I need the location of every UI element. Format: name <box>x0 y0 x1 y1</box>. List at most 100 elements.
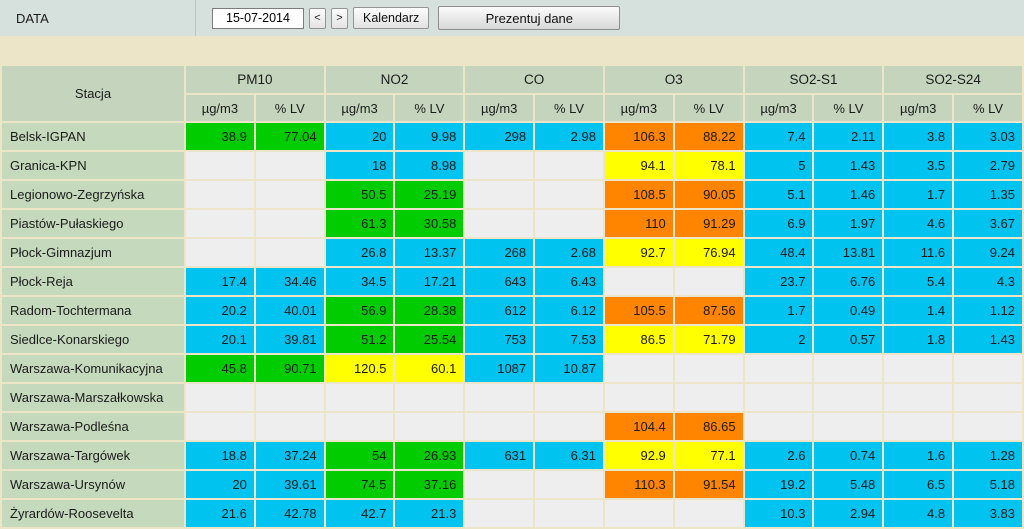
measurement-cell: 88.22 <box>674 123 743 150</box>
column-group-header-o3: O3 <box>604 66 743 93</box>
measurement-cell <box>186 181 254 208</box>
measurement-cell <box>186 239 254 266</box>
measurement-cell: 5 <box>744 152 813 179</box>
measurement-cell <box>535 384 603 411</box>
measurement-cell <box>255 152 324 179</box>
station-name-cell: Warszawa-Targówek <box>2 442 184 469</box>
measurement-cell: 0.57 <box>814 326 883 353</box>
previous-day-button[interactable]: < <box>309 7 326 29</box>
measurement-cell <box>884 413 953 440</box>
table-row: Belsk-IGPAN 38.9 77.04 20 9.98 298 2.98 106.3 88… <box>2 123 1022 150</box>
measurement-cell <box>535 152 603 179</box>
measurement-cell: 92.7 <box>604 239 673 266</box>
measurement-cell: 20 <box>325 123 394 150</box>
measurement-cell: 51.2 <box>325 326 394 353</box>
header-row-groups: Stacja PM10 NO2 CO O3 SO2-S1 SO2-S24 <box>2 66 1022 121</box>
measurement-cell: 268 <box>465 239 534 266</box>
measurement-cell: 86.65 <box>674 413 743 440</box>
measurement-cell: 90.71 <box>255 355 324 382</box>
measurement-cell <box>604 355 673 382</box>
measurement-cell: 20.2 <box>186 297 254 324</box>
measurement-cell <box>604 384 673 411</box>
measurement-cell <box>954 384 1022 411</box>
measurement-cell <box>186 152 254 179</box>
table-row: Radom-Tochtermana 20.2 40.01 56.9 28.38 612 6.… <box>2 297 1022 324</box>
measurement-cell: 34.5 <box>325 268 394 295</box>
table-body: Belsk-IGPAN 38.9 77.04 20 9.98 298 2.98 106.3 88… <box>2 123 1022 527</box>
table-row: Piastów-Pułaskiego 61.3 30.58 110 91.29 6.9 1.… <box>2 210 1022 237</box>
column-group-header-so2-s24: SO2-S24 <box>884 66 1022 93</box>
measurement-cell: 2.6 <box>744 442 813 469</box>
measurement-cell: 28.38 <box>395 297 464 324</box>
measurement-cell: 20 <box>186 471 254 498</box>
measurement-cell: 7.53 <box>535 326 603 353</box>
measurement-cell: 2.11 <box>814 123 883 150</box>
measurement-cell: 77.1 <box>674 442 743 469</box>
column-header-station: Stacja <box>2 66 184 121</box>
measurement-cell: 2.79 <box>954 152 1022 179</box>
measurement-cell: 48.4 <box>744 239 813 266</box>
data-label: DATA <box>0 0 196 36</box>
measurement-cell: 94.1 <box>604 152 673 179</box>
table-row: Płock-Gimnazjum 26.8 13.37 268 2.68 92.7 76.94… <box>2 239 1022 266</box>
measurement-cell: 25.19 <box>395 181 464 208</box>
measurement-cell: 108.5 <box>604 181 673 208</box>
measurement-cell: 643 <box>465 268 534 295</box>
measurement-cell <box>814 384 883 411</box>
measurement-cell: 1.7 <box>884 181 953 208</box>
measurement-cell: 4.6 <box>884 210 953 237</box>
air-quality-table: Stacja PM10 NO2 CO O3 SO2-S1 SO2-S24 µg/m3 % L… <box>0 64 1024 529</box>
measurement-cell <box>325 384 394 411</box>
measurement-cell: 6.31 <box>535 442 603 469</box>
measurement-cell <box>186 210 254 237</box>
measurement-cell <box>744 355 813 382</box>
measurement-cell <box>814 355 883 382</box>
table-row: Warszawa-Marszałkowska <box>2 384 1022 411</box>
measurement-cell <box>674 355 743 382</box>
measurement-cell: 1.43 <box>954 326 1022 353</box>
date-input[interactable] <box>212 7 304 29</box>
measurement-cell: 25.54 <box>395 326 464 353</box>
measurement-cell: 45.8 <box>186 355 254 382</box>
table-row: Warszawa-Ursynów 20 39.61 74.5 37.16 110.3 91.… <box>2 471 1022 498</box>
measurement-cell: 105.5 <box>604 297 673 324</box>
measurement-cell: 42.78 <box>255 500 324 527</box>
station-name-cell: Płock-Reja <box>2 268 184 295</box>
station-name-cell: Siedlce-Konarskiego <box>2 326 184 353</box>
measurement-cell: 50.5 <box>325 181 394 208</box>
station-name-cell: Żyrardów-Roosevelta <box>2 500 184 527</box>
column-unit-header-o3-pct-lv: % LV <box>674 95 743 121</box>
measurement-cell <box>535 471 603 498</box>
measurement-cell <box>255 384 324 411</box>
column-unit-header-pm10-pct-lv: % LV <box>255 95 324 121</box>
measurement-cell: 11.6 <box>884 239 953 266</box>
calendar-button[interactable]: Kalendarz <box>353 7 430 29</box>
column-group-header-no2: NO2 <box>325 66 464 93</box>
column-group-header-pm10: PM10 <box>186 66 324 93</box>
measurement-cell <box>186 413 254 440</box>
measurement-cell: 298 <box>465 123 534 150</box>
measurement-cell: 19.2 <box>744 471 813 498</box>
measurement-cell <box>884 355 953 382</box>
measurement-cell: 5.1 <box>744 181 813 208</box>
station-name-cell: Granica-KPN <box>2 152 184 179</box>
present-data-button[interactable]: Prezentuj dane <box>438 6 621 30</box>
column-unit-header-so2-s24-ugm3: µg/m3 <box>884 95 953 121</box>
measurement-cell: 38.9 <box>186 123 254 150</box>
measurement-cell: 1.6 <box>884 442 953 469</box>
measurement-cell <box>465 500 534 527</box>
measurement-cell: 104.4 <box>604 413 673 440</box>
measurement-cell: 3.8 <box>884 123 953 150</box>
measurement-cell: 9.24 <box>954 239 1022 266</box>
next-day-button[interactable]: > <box>331 7 348 29</box>
measurement-cell: 1.35 <box>954 181 1022 208</box>
table-row: Granica-KPN 18 8.98 94.1 78.1 5 1.43 3.5 2.79 <box>2 152 1022 179</box>
measurement-cell: 1.43 <box>814 152 883 179</box>
measurement-cell: 26.93 <box>395 442 464 469</box>
measurement-cell <box>954 413 1022 440</box>
measurement-cell: 91.54 <box>674 471 743 498</box>
measurement-cell: 0.74 <box>814 442 883 469</box>
measurement-cell: 110.3 <box>604 471 673 498</box>
station-name-cell: Belsk-IGPAN <box>2 123 184 150</box>
measurement-cell <box>395 384 464 411</box>
